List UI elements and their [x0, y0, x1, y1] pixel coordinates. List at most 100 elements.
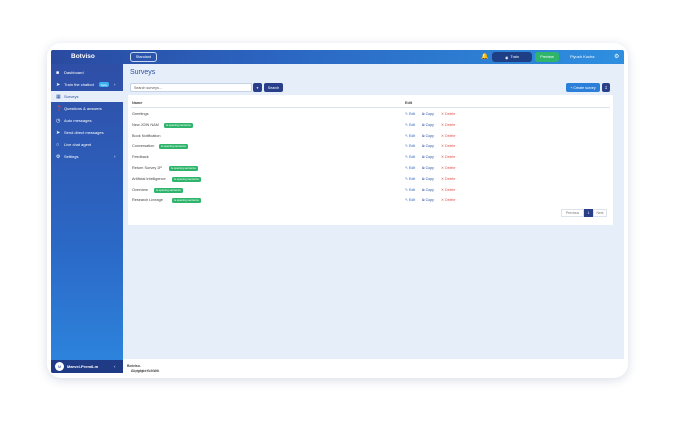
survey-name[interactable]: Book Notification: [132, 134, 161, 138]
copy-label: Copy: [425, 198, 434, 203]
sidebar-item-auto-messages[interactable]: ◷ Auto messages: [51, 115, 123, 126]
delete-button[interactable]: ✕ Delete: [441, 198, 455, 202]
send-icon: ➤: [56, 129, 61, 136]
survey-name[interactable]: Artificial Intelligence: [132, 177, 166, 181]
chevron-left-icon: ‹: [114, 364, 116, 369]
avatar: M: [55, 362, 64, 371]
table-row: Book Notification ✎ Edit ⧉ Copy ✕ Delete: [128, 131, 613, 142]
search-button[interactable]: Search: [264, 83, 283, 92]
edit-label: Edit: [409, 166, 416, 170]
surveys-table: Name Edit Greetings ✎ Edit ⧉ Copy ✕ Delete N…: [128, 95, 613, 225]
copy-button[interactable]: ⧉ Copy: [422, 123, 434, 127]
robot-icon: ◉: [505, 55, 509, 60]
delete-button[interactable]: ✕ Delete: [441, 177, 455, 181]
survey-icon: ▦: [56, 93, 61, 100]
status-badge: is opening sentence: [169, 166, 198, 171]
gear-icon: ⚙: [56, 153, 61, 160]
workspace-switcher[interactable]: M Marvel-PremiLm ‹: [51, 360, 123, 373]
edit-button[interactable]: ✎ Edit: [405, 177, 415, 181]
edit-button[interactable]: ✎ Edit: [405, 188, 415, 192]
delete-button[interactable]: ✕ Delete: [441, 166, 455, 170]
workspace-name: Marvel-PremiLm: [67, 364, 99, 369]
preview-button[interactable]: Preview: [535, 52, 559, 62]
download-icon[interactable]: ↧: [602, 83, 610, 92]
status-badge: is opening sentence: [172, 176, 201, 182]
table-row: Research Lineage is opening sentence ✎ Edi…: [128, 195, 613, 206]
delete-label: Delete: [445, 112, 456, 116]
edit-button[interactable]: ✎ Edit: [405, 134, 415, 138]
sidebar-item-dashboard[interactable]: ■ Dashboard: [51, 67, 123, 78]
copy-button[interactable]: ⧉ Copy: [422, 166, 434, 170]
settings-gear-icon[interactable]: ⚙: [614, 53, 619, 60]
pagination-page[interactable]: 1: [584, 209, 593, 217]
delete-button[interactable]: ✕ Delete: [441, 134, 455, 138]
sidebar: ■ Dashboard ➤ Train the chatbot beta › ▦…: [51, 64, 123, 373]
copy-button[interactable]: ⧉ Copy: [422, 155, 434, 159]
device-frame: Botviso Standard 🔔 ◉ Train Preview Piyus…: [47, 43, 628, 378]
survey-name[interactable]: New JOIN NAM: [132, 123, 159, 127]
survey-name[interactable]: Research Lineage: [132, 198, 163, 202]
table-row: New JOIN NAM is opening sentence ✎ Edit ⧉ C…: [128, 120, 613, 131]
user-menu[interactable]: Piyush Kucha: [570, 54, 594, 59]
survey-name[interactable]: Overview: [132, 188, 148, 192]
question-icon: ❓: [56, 105, 63, 112]
survey-name[interactable]: Conversation: [132, 144, 154, 148]
sidebar-item-settings[interactable]: ⚙ Settings ›: [51, 151, 123, 162]
chevron-right-icon: ›: [114, 82, 116, 87]
app-logo: Botviso: [71, 53, 95, 60]
survey-name[interactable]: Feedback: [132, 155, 149, 159]
sidebar-item-direct-messages[interactable]: ➤ Send direct messages: [51, 127, 123, 138]
copy-button[interactable]: ⧉ Copy: [422, 177, 434, 181]
sidebar-item-surveys[interactable]: ▦ Surveys: [51, 91, 123, 102]
sidebar-item-label: Send direct messages: [64, 130, 104, 135]
sidebar-item-label: Auto messages: [64, 118, 92, 123]
survey-name[interactable]: Greetings: [132, 112, 148, 116]
delete-button[interactable]: ✕ Delete: [441, 112, 455, 116]
sidebar-item-questions[interactable]: ❓ Questions & answers: [51, 103, 123, 114]
edit-label: Edit: [409, 144, 416, 149]
train-button[interactable]: ◉ Train: [492, 52, 532, 62]
copyright-text: Copyright © 2025 Botviso. All rights res…: [127, 364, 160, 373]
survey-name[interactable]: Return Survey 2P: [132, 166, 162, 170]
sidebar-item-label: Questions & answers: [64, 106, 102, 111]
plan-button[interactable]: Standard: [130, 52, 157, 62]
copy-button[interactable]: ⧉ Copy: [422, 112, 434, 116]
edit-label: Edit: [409, 122, 416, 127]
delete-button[interactable]: ✕ Delete: [441, 188, 455, 192]
table-row: Feedback ✎ Edit ⧉ Copy ✕ Delete: [128, 152, 613, 163]
header-divider: [131, 107, 610, 108]
delete-button[interactable]: ✕ Delete: [441, 144, 455, 148]
copy-label: Copy: [425, 112, 434, 116]
search-input[interactable]: Search surveys...: [130, 83, 252, 92]
edit-button[interactable]: ✎ Edit: [405, 166, 415, 170]
delete-button[interactable]: ✕ Delete: [441, 123, 455, 127]
sidebar-item-live-chat[interactable]: ○ Live chat agent: [51, 139, 123, 150]
edit-button[interactable]: ✎ Edit: [405, 123, 415, 127]
copy-label: Copy: [425, 176, 434, 181]
delete-label: Delete: [445, 133, 456, 138]
status-badge: is opening sentence: [154, 187, 183, 193]
delete-button[interactable]: ✕ Delete: [441, 155, 455, 159]
copy-button[interactable]: ⧉ Copy: [422, 198, 434, 202]
copy-button[interactable]: ⧉ Copy: [422, 134, 434, 138]
edit-button[interactable]: ✎ Edit: [405, 144, 415, 148]
pagination-previous[interactable]: Previous: [561, 209, 584, 217]
table-row: Greetings ✎ Edit ⧉ Copy ✕ Delete: [128, 109, 613, 120]
delete-label: Delete: [445, 155, 456, 160]
edit-button[interactable]: ✎ Edit: [405, 198, 415, 202]
notification-bell-icon[interactable]: 🔔: [481, 53, 488, 60]
copy-label: Copy: [425, 166, 434, 170]
clock-icon: ◷: [56, 117, 61, 124]
pagination-next[interactable]: Next: [593, 209, 607, 217]
copy-button[interactable]: ⧉ Copy: [422, 188, 434, 192]
create-survey-button[interactable]: + Create survey: [566, 83, 600, 92]
sidebar-item-train[interactable]: ➤ Train the chatbot beta ›: [51, 79, 123, 90]
copy-button[interactable]: ⧉ Copy: [422, 144, 434, 148]
edit-button[interactable]: ✎ Edit: [405, 155, 415, 159]
edit-button[interactable]: ✎ Edit: [405, 112, 415, 116]
page-title: Surveys: [130, 69, 156, 76]
copy-label: Copy: [425, 144, 434, 149]
chevron-down-icon[interactable]: ▼: [253, 83, 262, 92]
chat-icon: ○: [56, 141, 60, 148]
beta-badge: beta: [99, 82, 109, 87]
